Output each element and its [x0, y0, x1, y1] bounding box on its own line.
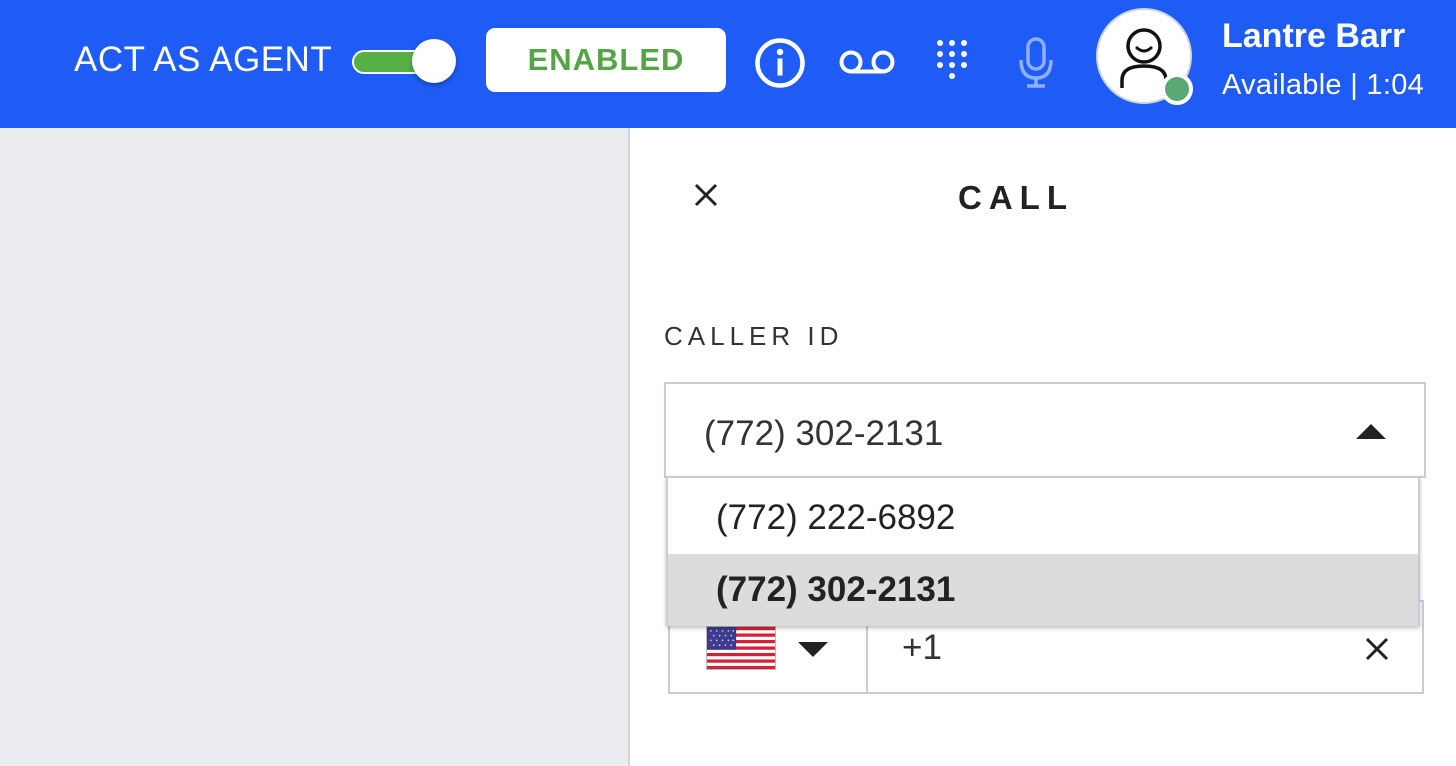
panel-title: CALL: [958, 179, 1074, 216]
close-icon[interactable]: [692, 181, 720, 209]
act-as-agent-label: ACT AS AGENT: [74, 40, 333, 79]
caller-id-option[interactable]: (772) 222-6892: [668, 482, 1418, 554]
chevron-down-icon: [798, 642, 828, 657]
act-as-agent-toggle[interactable]: [352, 39, 456, 83]
presence-status-dot: [1161, 73, 1193, 105]
phone-number-input[interactable]: [902, 626, 1342, 670]
dialpad-icon[interactable]: [932, 38, 972, 84]
caller-id-label: CALLER ID: [664, 321, 844, 351]
top-bar: ACT AS AGENT ENABLED Lantre Barr Availab…: [0, 0, 1456, 128]
voicemail-icon[interactable]: [838, 46, 896, 78]
caller-id-dropdown: (772) 222-6892 (772) 302-2131: [666, 476, 1420, 626]
chevron-up-icon: [1356, 424, 1386, 439]
microphone-icon[interactable]: [1016, 36, 1056, 90]
caller-id-value: (772) 302-2131: [704, 414, 944, 453]
caller-id-option-selected[interactable]: (772) 302-2131: [668, 554, 1418, 626]
user-name: Lantre Barr: [1222, 17, 1406, 55]
info-icon[interactable]: [754, 37, 806, 89]
toggle-knob: [412, 39, 456, 83]
left-pane: [0, 128, 628, 766]
clear-icon[interactable]: [1364, 636, 1390, 662]
caller-id-select[interactable]: (772) 302-2131: [664, 382, 1426, 478]
us-flag-icon: [706, 626, 776, 670]
enabled-button[interactable]: ENABLED: [486, 28, 726, 92]
user-status: Available | 1:04: [1222, 69, 1425, 101]
